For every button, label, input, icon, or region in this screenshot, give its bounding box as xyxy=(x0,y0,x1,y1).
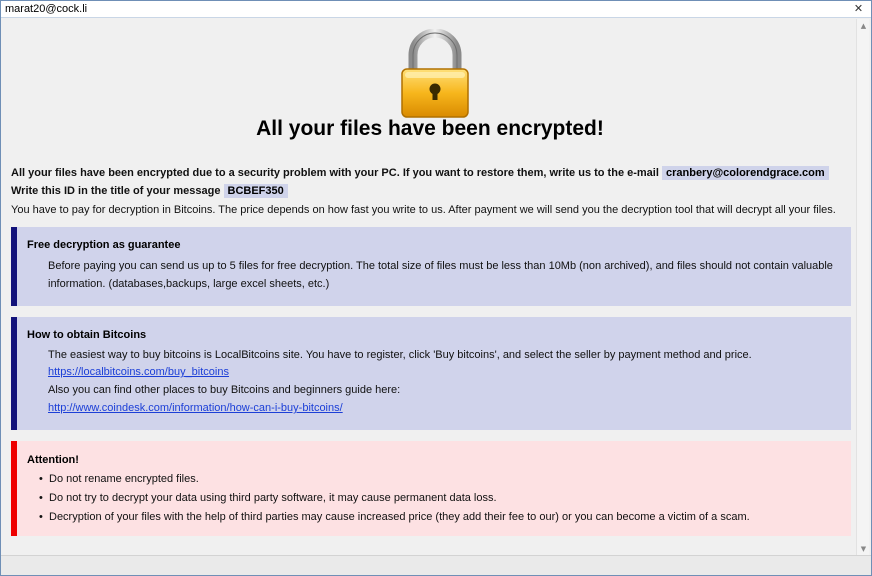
bitcoins-line1: The easiest way to buy bitcoins is Local… xyxy=(48,349,752,361)
victim-id: BCBEF350 xyxy=(223,184,288,198)
free-decryption-box: Free decryption as guarantee Before payi… xyxy=(11,227,851,306)
bitcoins-title: How to obtain Bitcoins xyxy=(27,329,147,341)
localbitcoins-link[interactable]: https://localbitcoins.com/buy_bitcoins xyxy=(48,366,229,378)
padlock-icon xyxy=(401,29,469,118)
vertical-scrollbar[interactable]: ▲ ▼ xyxy=(856,19,869,556)
coindesk-link[interactable]: http://www.coindesk.com/information/how-… xyxy=(48,402,343,414)
contact-email: cranbery@colorendgrace.com xyxy=(661,166,829,180)
intro-line-id: Write this ID in the title of your messa… xyxy=(11,184,288,198)
window-title: marat20@cock.li xyxy=(5,3,88,15)
attention-item: Do not try to decrypt your data using th… xyxy=(39,492,497,504)
intro-email-text: All your files have been encrypted due t… xyxy=(11,167,659,179)
headline: All your files have been encrypted! xyxy=(256,117,604,140)
title-bar: marat20@cock.li ✕ xyxy=(1,1,871,18)
scroll-down-icon[interactable]: ▼ xyxy=(857,543,870,555)
bitcoins-line2: Also you can find other places to buy Bi… xyxy=(48,384,401,396)
free-decryption-title: Free decryption as guarantee xyxy=(27,239,181,251)
attention-box: Attention! Do not rename encrypted files… xyxy=(11,441,851,536)
free-decryption-line1: Before paying you can send us up to 5 fi… xyxy=(48,260,833,272)
free-decryption-line2: information. (databases,backups, large e… xyxy=(48,278,330,290)
bitcoins-box: How to obtain Bitcoins The easiest way t… xyxy=(11,317,851,430)
intro-id-text: Write this ID in the title of your messa… xyxy=(11,185,221,197)
note-content: All your files have been encrypted! All … xyxy=(5,19,855,556)
intro-payment-text: You have to pay for decryption in Bitcoi… xyxy=(11,204,836,216)
attention-item: Decryption of your files with the help o… xyxy=(39,511,750,523)
ransom-note-window: marat20@cock.li ✕ All your files have be… xyxy=(0,0,872,576)
intro-line-email: All your files have been encrypted due t… xyxy=(11,166,829,180)
close-icon[interactable]: ✕ xyxy=(852,3,865,16)
attention-title: Attention! xyxy=(27,454,79,466)
attention-item: Do not rename encrypted files. xyxy=(39,473,199,485)
scroll-up-icon[interactable]: ▲ xyxy=(857,20,870,32)
window-bottom-bar xyxy=(1,555,871,575)
